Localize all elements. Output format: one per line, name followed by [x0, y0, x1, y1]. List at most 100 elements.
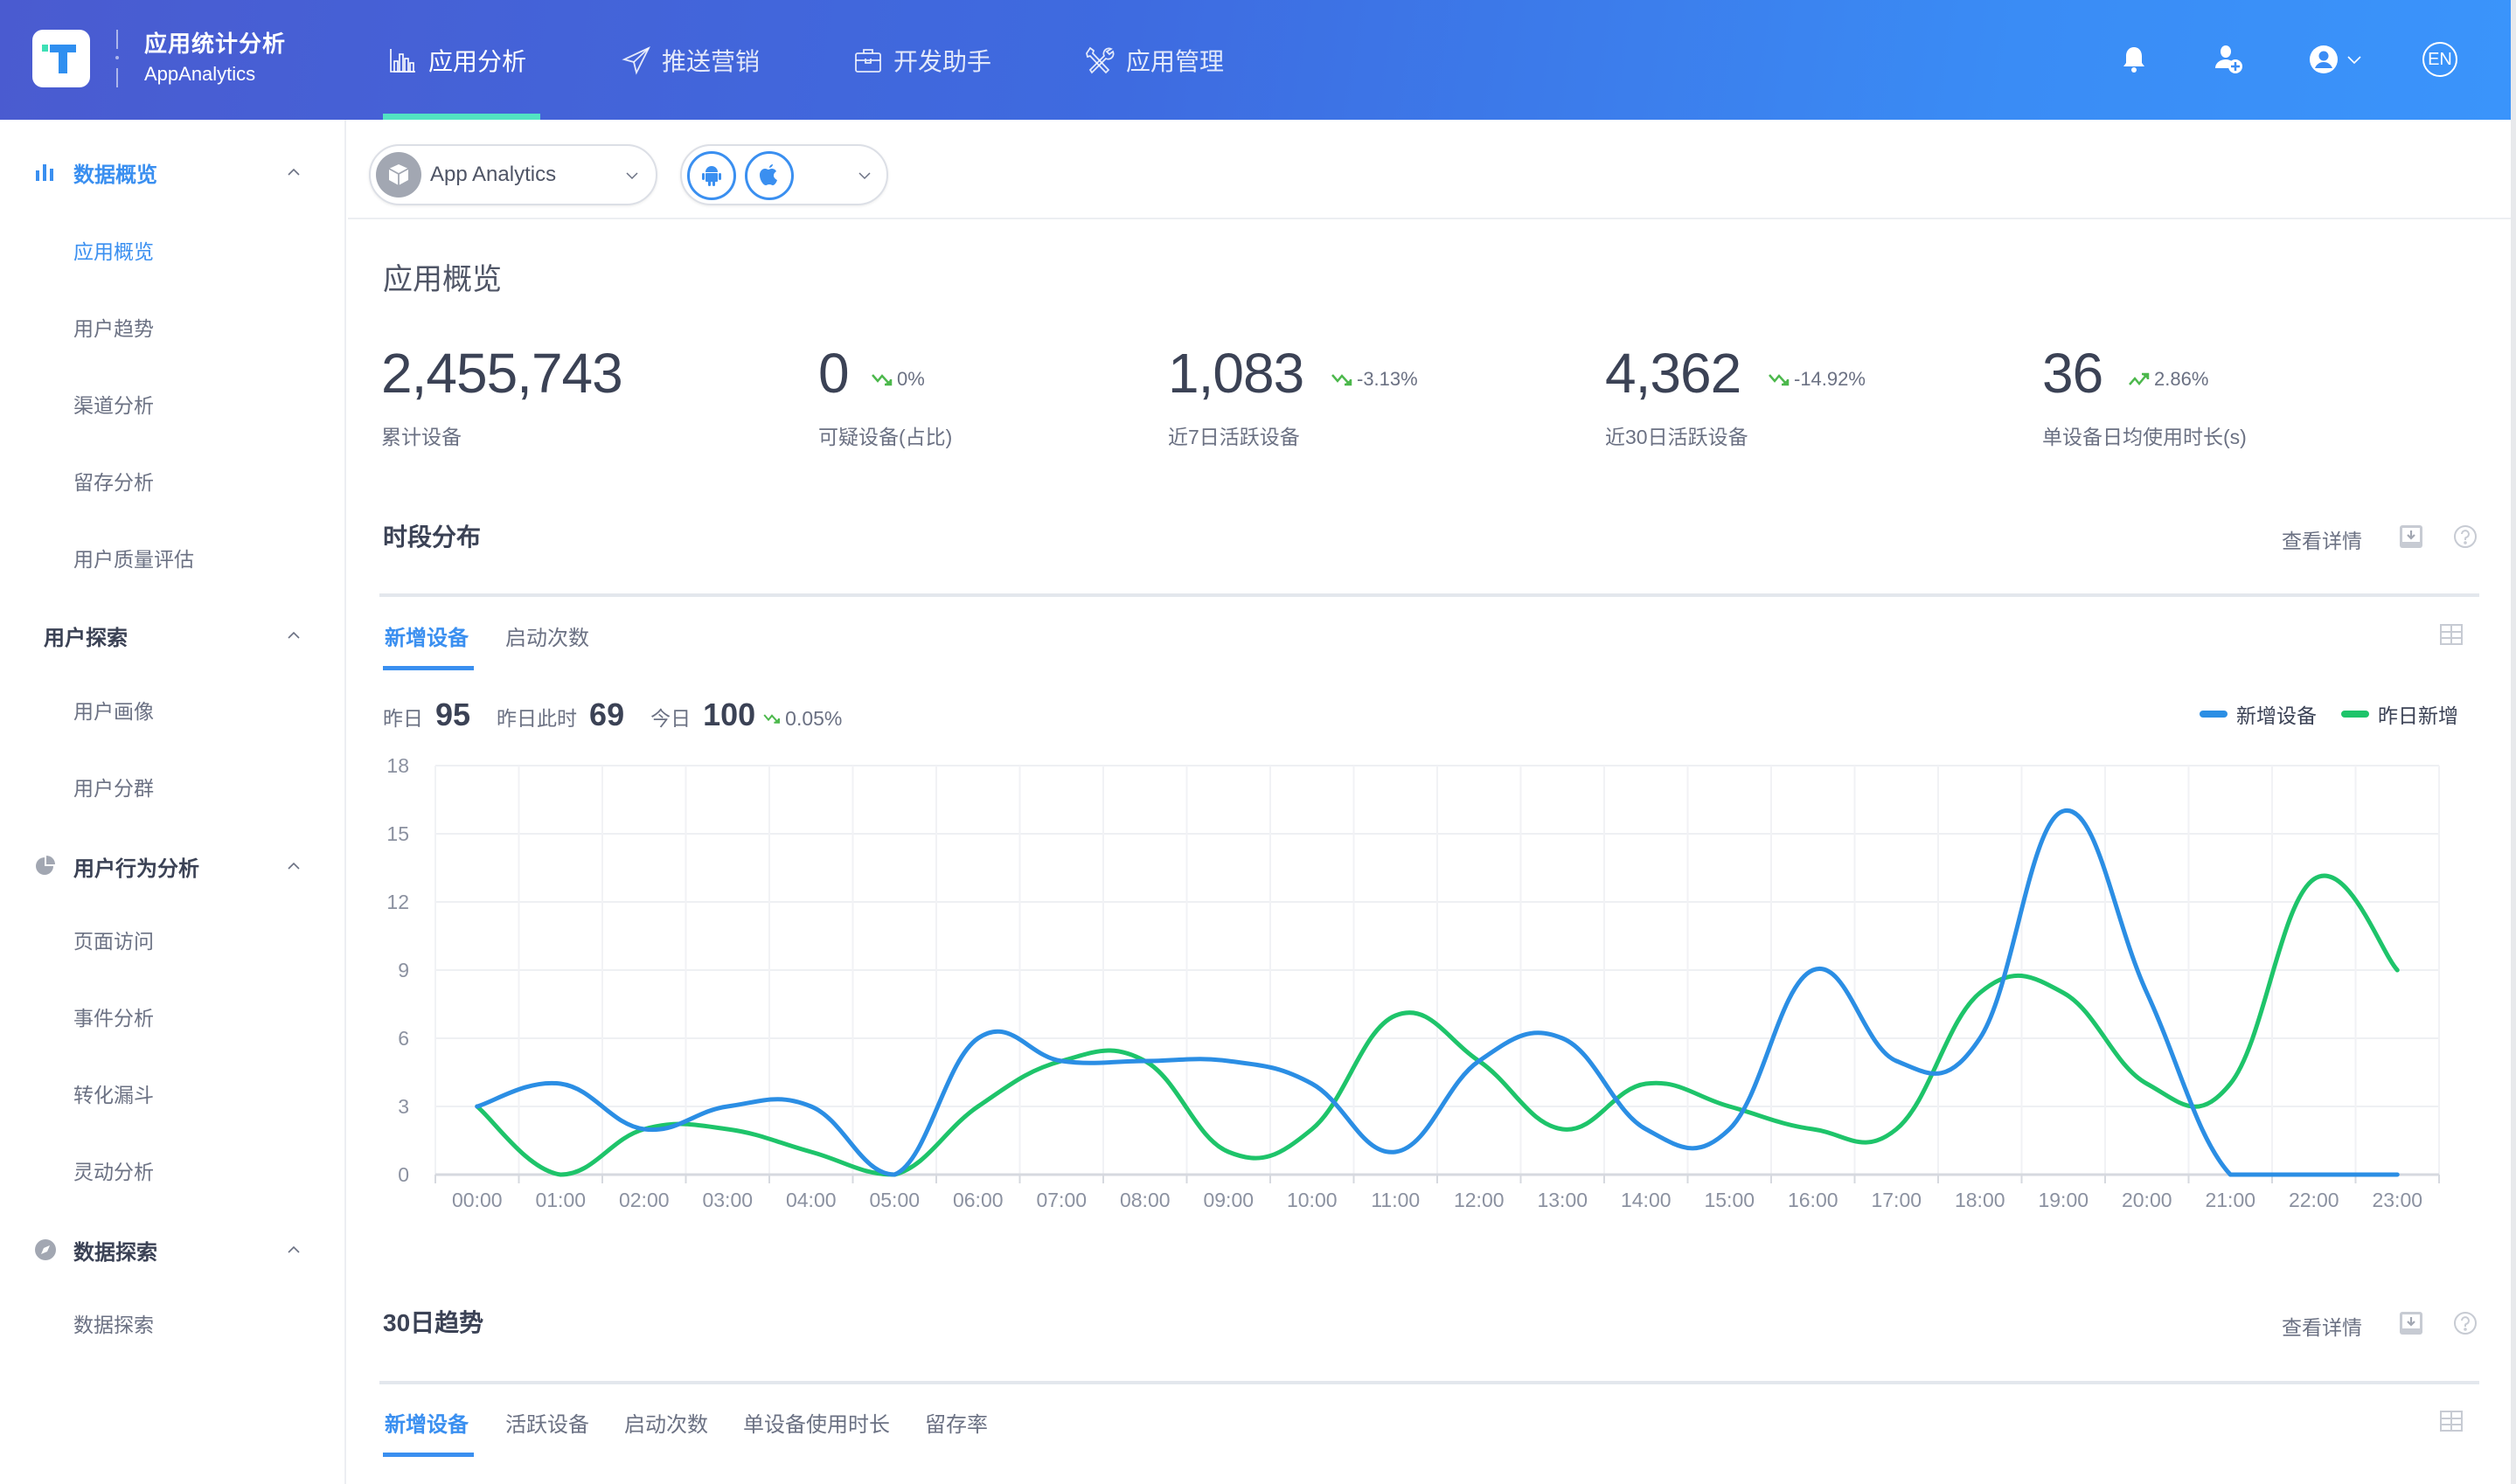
sidebar-item-app-overview[interactable]: 应用概览	[73, 235, 154, 265]
x-tick-label: 10:00	[1287, 1189, 1338, 1211]
x-tick-label: 23:00	[2372, 1189, 2422, 1211]
app-logo[interactable]	[32, 30, 90, 87]
tab-launches[interactable]: 启动次数	[624, 1407, 708, 1438]
compass-icon	[35, 1239, 56, 1260]
brand-subtitle: AppAnalytics	[144, 63, 256, 85]
nav-label: 开发助手	[893, 47, 992, 75]
x-tick-label: 12:00	[1454, 1189, 1505, 1211]
page-scrollbar[interactable]	[2511, 0, 2516, 1484]
tab-launches[interactable]: 启动次数	[505, 621, 589, 651]
section-divider	[379, 1381, 2479, 1384]
sidebar-item-user-quality[interactable]: 用户质量评估	[73, 543, 194, 572]
sidebar-item-flex-analysis[interactable]: 灵动分析	[73, 1155, 154, 1185]
hourly-details-link[interactable]: 查看详情	[2282, 524, 2362, 554]
app-selector-value: App Analytics	[430, 163, 557, 186]
sidebar-item-user-trend[interactable]: 用户趋势	[73, 312, 154, 342]
nav-dev-assistant[interactable]: 开发助手	[853, 0, 991, 120]
stat-value: 1,083	[1168, 342, 1304, 405]
x-tick-label: 02:00	[619, 1189, 670, 1211]
tab-active-indicator	[383, 666, 474, 670]
app-selector[interactable]: App Analytics	[369, 144, 657, 205]
x-tick-label: 17:00	[1871, 1189, 1922, 1211]
sidebar-item-user-segments[interactable]: 用户分群	[73, 772, 154, 801]
today-change: 0.05%	[785, 707, 843, 730]
chevron-down-icon	[626, 172, 638, 180]
stat-label: 单设备日均使用时长(s)	[2042, 426, 2247, 448]
table-view-icon[interactable]	[2439, 622, 2464, 647]
stat-value: 2,455,743	[381, 342, 623, 405]
x-tick-label: 00:00	[452, 1189, 503, 1211]
stat-label: 累计设备	[381, 426, 462, 448]
legend-label: 新增设备	[2236, 704, 2317, 727]
sidebar-item-retention-analysis[interactable]: 留存分析	[73, 466, 154, 496]
y-tick-label: 18	[386, 754, 409, 777]
stat-trend: 2.86%	[2128, 368, 2208, 391]
account-menu-button[interactable]	[2308, 35, 2364, 84]
chevron-down-icon	[2347, 56, 2361, 65]
hourly-line-chart: 0 3 6 9 12 15 18 00:00 01:00 02:00 03:00 04:00 05:00…	[386, 754, 2440, 1211]
trend30-section-title: 30日趋势	[383, 1309, 484, 1336]
nav-app-management[interactable]: 应用管理	[1086, 0, 1224, 120]
stat-change: -3.13%	[1357, 368, 1418, 390]
x-tick-label: 08:00	[1120, 1189, 1171, 1211]
help-icon[interactable]	[2453, 524, 2478, 549]
tab-new-devices[interactable]: 新增设备	[385, 1407, 469, 1438]
chevron-up-icon	[288, 1245, 300, 1253]
tab-new-devices[interactable]: 新增设备	[385, 621, 469, 651]
x-tick-label: 18:00	[1955, 1189, 2005, 1211]
x-tick-label: 04:00	[786, 1189, 837, 1211]
top-header: 应用统计分析 AppAnalytics 应用分析 推送营销 开发助手 应用管理 …	[0, 0, 2511, 120]
trend-down-icon	[1331, 374, 1352, 386]
download-icon[interactable]	[2399, 524, 2423, 549]
apple-icon[interactable]	[745, 151, 794, 200]
platform-selector[interactable]	[680, 144, 888, 205]
stat-change: -14.92%	[1794, 368, 1866, 390]
android-icon[interactable]	[687, 151, 736, 200]
user-circle-icon	[2310, 45, 2338, 73]
yesterday-now-value: 69	[589, 697, 625, 732]
tab-usage-duration[interactable]: 单设备使用时长	[743, 1407, 890, 1438]
table-view-icon[interactable]	[2439, 1409, 2464, 1433]
sidebar-group-behavior-analysis[interactable]: 用户行为分析	[0, 844, 344, 888]
help-icon[interactable]	[2453, 1311, 2478, 1335]
chevron-up-icon	[288, 168, 300, 176]
sidebar-item-page-visits[interactable]: 页面访问	[73, 925, 154, 954]
stat-avg-usage: 36 2.86% 单设备日均使用时长(s)	[2042, 345, 2247, 448]
sidebar-item-event-analysis[interactable]: 事件分析	[73, 1002, 154, 1031]
hourly-summary: 昨日 95 昨日此时 69 今日 100 0.05%	[383, 697, 842, 733]
yesterday-value: 95	[435, 697, 471, 732]
y-tick-label: 9	[398, 959, 409, 981]
trend30-details-link[interactable]: 查看详情	[2282, 1311, 2362, 1341]
sidebar-item-user-profile[interactable]: 用户画像	[73, 695, 154, 725]
sidebar-item-funnel[interactable]: 转化漏斗	[73, 1078, 154, 1108]
language-toggle[interactable]: EN	[2422, 42, 2457, 77]
sidebar-group-data-overview[interactable]: 数据概览	[0, 150, 344, 194]
nav-label: 应用管理	[1126, 47, 1225, 75]
add-user-button[interactable]	[2212, 35, 2247, 84]
sidebar-item-data-explore[interactable]: 数据探索	[73, 1308, 154, 1338]
legend-label: 昨日新增	[2378, 704, 2458, 727]
sidebar-group-user-explore[interactable]: 用户探索	[0, 614, 344, 657]
sidebar-group-data-explore[interactable]: 数据探索	[0, 1228, 344, 1272]
nav-push-marketing[interactable]: 推送营销	[622, 0, 760, 120]
stat-7day-active: 1,083 -3.13% 近7日活跃设备	[1168, 342, 1418, 448]
download-icon[interactable]	[2399, 1311, 2423, 1335]
notifications-button[interactable]	[2119, 35, 2149, 84]
stat-value: 4,362	[1605, 342, 1741, 405]
stat-trend: -14.92%	[1768, 368, 1866, 391]
legend-new-devices[interactable]: 新增设备	[2200, 699, 2317, 729]
nav-app-analysis[interactable]: 应用分析	[388, 0, 526, 120]
paper-plane-icon	[622, 45, 650, 75]
x-tick-label: 20:00	[2122, 1189, 2172, 1211]
stat-trend: -3.13%	[1331, 368, 1418, 391]
y-tick-label: 6	[398, 1027, 409, 1050]
x-tick-label: 07:00	[1036, 1189, 1087, 1211]
x-tick-label: 19:00	[2038, 1189, 2089, 1211]
tab-active-devices[interactable]: 活跃设备	[505, 1407, 589, 1438]
x-tick-label: 11:00	[1371, 1189, 1420, 1211]
tab-retention[interactable]: 留存率	[925, 1407, 988, 1438]
legend-yesterday-new[interactable]: 昨日新增	[2341, 699, 2458, 729]
section-divider	[379, 593, 2479, 597]
sidebar-item-channel-analysis[interactable]: 渠道分析	[73, 389, 154, 419]
stat-change: 0%	[897, 368, 925, 390]
